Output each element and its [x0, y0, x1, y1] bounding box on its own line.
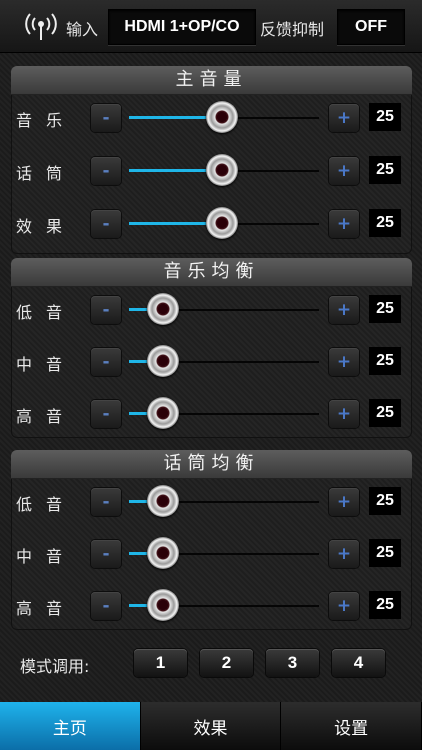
slider-track[interactable] [129, 207, 319, 239]
row-label: 中音 [16, 547, 77, 566]
decrease-button[interactable]: - [91, 210, 121, 238]
decrease-button[interactable]: - [91, 400, 121, 428]
slider-knob[interactable] [206, 101, 239, 133]
increase-button[interactable]: + [329, 592, 359, 620]
slider-track[interactable] [129, 589, 319, 621]
slider-track[interactable] [129, 537, 319, 569]
music-eq-panel: 音乐均衡 低音 - + 25 中音 - + 25 高音 - + 25 [11, 258, 412, 438]
panel-title: 主音量 [11, 66, 412, 95]
slider-row: 中音 - + 25 [11, 534, 412, 574]
slider-knob[interactable] [147, 397, 180, 429]
slider-knob[interactable] [206, 154, 239, 186]
tab-home[interactable]: 主页 [0, 702, 141, 750]
mode-preset-bar: 模式调用: 1 2 3 4 [0, 640, 422, 690]
decrease-button[interactable]: - [91, 104, 121, 132]
row-label: 低音 [16, 495, 77, 514]
mode-button-4[interactable]: 4 [332, 649, 385, 677]
slider-knob[interactable] [147, 293, 180, 325]
input-source-selector[interactable]: HDMI 1+OP/CO [108, 9, 256, 45]
master-volume-panel: 主音量 音乐 - + 25 话筒 - + 25 效果 - + 25 [11, 66, 412, 254]
feedback-suppression-toggle[interactable]: OFF [337, 9, 405, 45]
slider-track[interactable] [129, 345, 319, 377]
slider-row: 高音 - + 25 [11, 394, 412, 434]
increase-button[interactable]: + [329, 104, 359, 132]
slider-row: 高音 - + 25 [11, 586, 412, 626]
row-label: 话筒 [16, 164, 77, 183]
mode-label: 模式调用: [20, 657, 90, 676]
row-label: 高音 [16, 599, 77, 618]
slider-row: 话筒 - + 25 [11, 151, 412, 191]
increase-button[interactable]: + [329, 348, 359, 376]
increase-button[interactable]: + [329, 210, 359, 238]
mode-button-3[interactable]: 3 [266, 649, 319, 677]
row-label: 中音 [16, 355, 77, 374]
tab-bar: 主页 效果 设置 [0, 702, 422, 750]
row-label: 效果 [16, 217, 77, 236]
slider-knob[interactable] [147, 537, 180, 569]
wireless-signal-icon [25, 13, 57, 40]
decrease-button[interactable]: - [91, 488, 121, 516]
slider-row: 效果 - + 25 [11, 204, 412, 244]
slider-row: 中音 - + 25 [11, 342, 412, 382]
panel-title: 音乐均衡 [11, 258, 412, 287]
value-display: 25 [369, 591, 401, 619]
decrease-button[interactable]: - [91, 296, 121, 324]
slider-track[interactable] [129, 154, 319, 186]
increase-button[interactable]: + [329, 488, 359, 516]
value-display: 25 [369, 295, 401, 323]
decrease-button[interactable]: - [91, 592, 121, 620]
slider-knob[interactable] [147, 589, 180, 621]
panel-title: 话筒均衡 [11, 450, 412, 479]
slider-track[interactable] [129, 293, 319, 325]
slider-knob[interactable] [147, 345, 180, 377]
value-display: 25 [369, 539, 401, 567]
slider-knob[interactable] [206, 207, 239, 239]
tab-settings[interactable]: 设置 [281, 702, 422, 750]
slider-row: 低音 - + 25 [11, 482, 412, 522]
value-display: 25 [369, 209, 401, 237]
value-display: 25 [369, 156, 401, 184]
slider-row: 低音 - + 25 [11, 290, 412, 330]
feedback-suppression-label: 反馈抑制 [260, 20, 325, 39]
tab-effects[interactable]: 效果 [140, 702, 282, 750]
mic-eq-panel: 话筒均衡 低音 - + 25 中音 - + 25 高音 - + 25 [11, 450, 412, 630]
decrease-button[interactable]: - [91, 157, 121, 185]
increase-button[interactable]: + [329, 540, 359, 568]
slider-track[interactable] [129, 397, 319, 429]
decrease-button[interactable]: - [91, 540, 121, 568]
slider-row: 音乐 - + 25 [11, 98, 412, 138]
slider-track[interactable] [129, 485, 319, 517]
value-display: 25 [369, 487, 401, 515]
value-display: 25 [369, 103, 401, 131]
slider-track[interactable] [129, 101, 319, 133]
row-label: 低音 [16, 303, 77, 322]
mode-button-2[interactable]: 2 [200, 649, 253, 677]
increase-button[interactable]: + [329, 400, 359, 428]
decrease-button[interactable]: - [91, 348, 121, 376]
mode-button-1[interactable]: 1 [134, 649, 187, 677]
slider-knob[interactable] [147, 485, 180, 517]
row-label: 高音 [16, 407, 77, 426]
top-bar: 输入 HDMI 1+OP/CO 反馈抑制 OFF [0, 0, 422, 53]
increase-button[interactable]: + [329, 296, 359, 324]
value-display: 25 [369, 399, 401, 427]
input-label: 输入 [66, 20, 99, 39]
increase-button[interactable]: + [329, 157, 359, 185]
value-display: 25 [369, 347, 401, 375]
row-label: 音乐 [16, 111, 77, 130]
